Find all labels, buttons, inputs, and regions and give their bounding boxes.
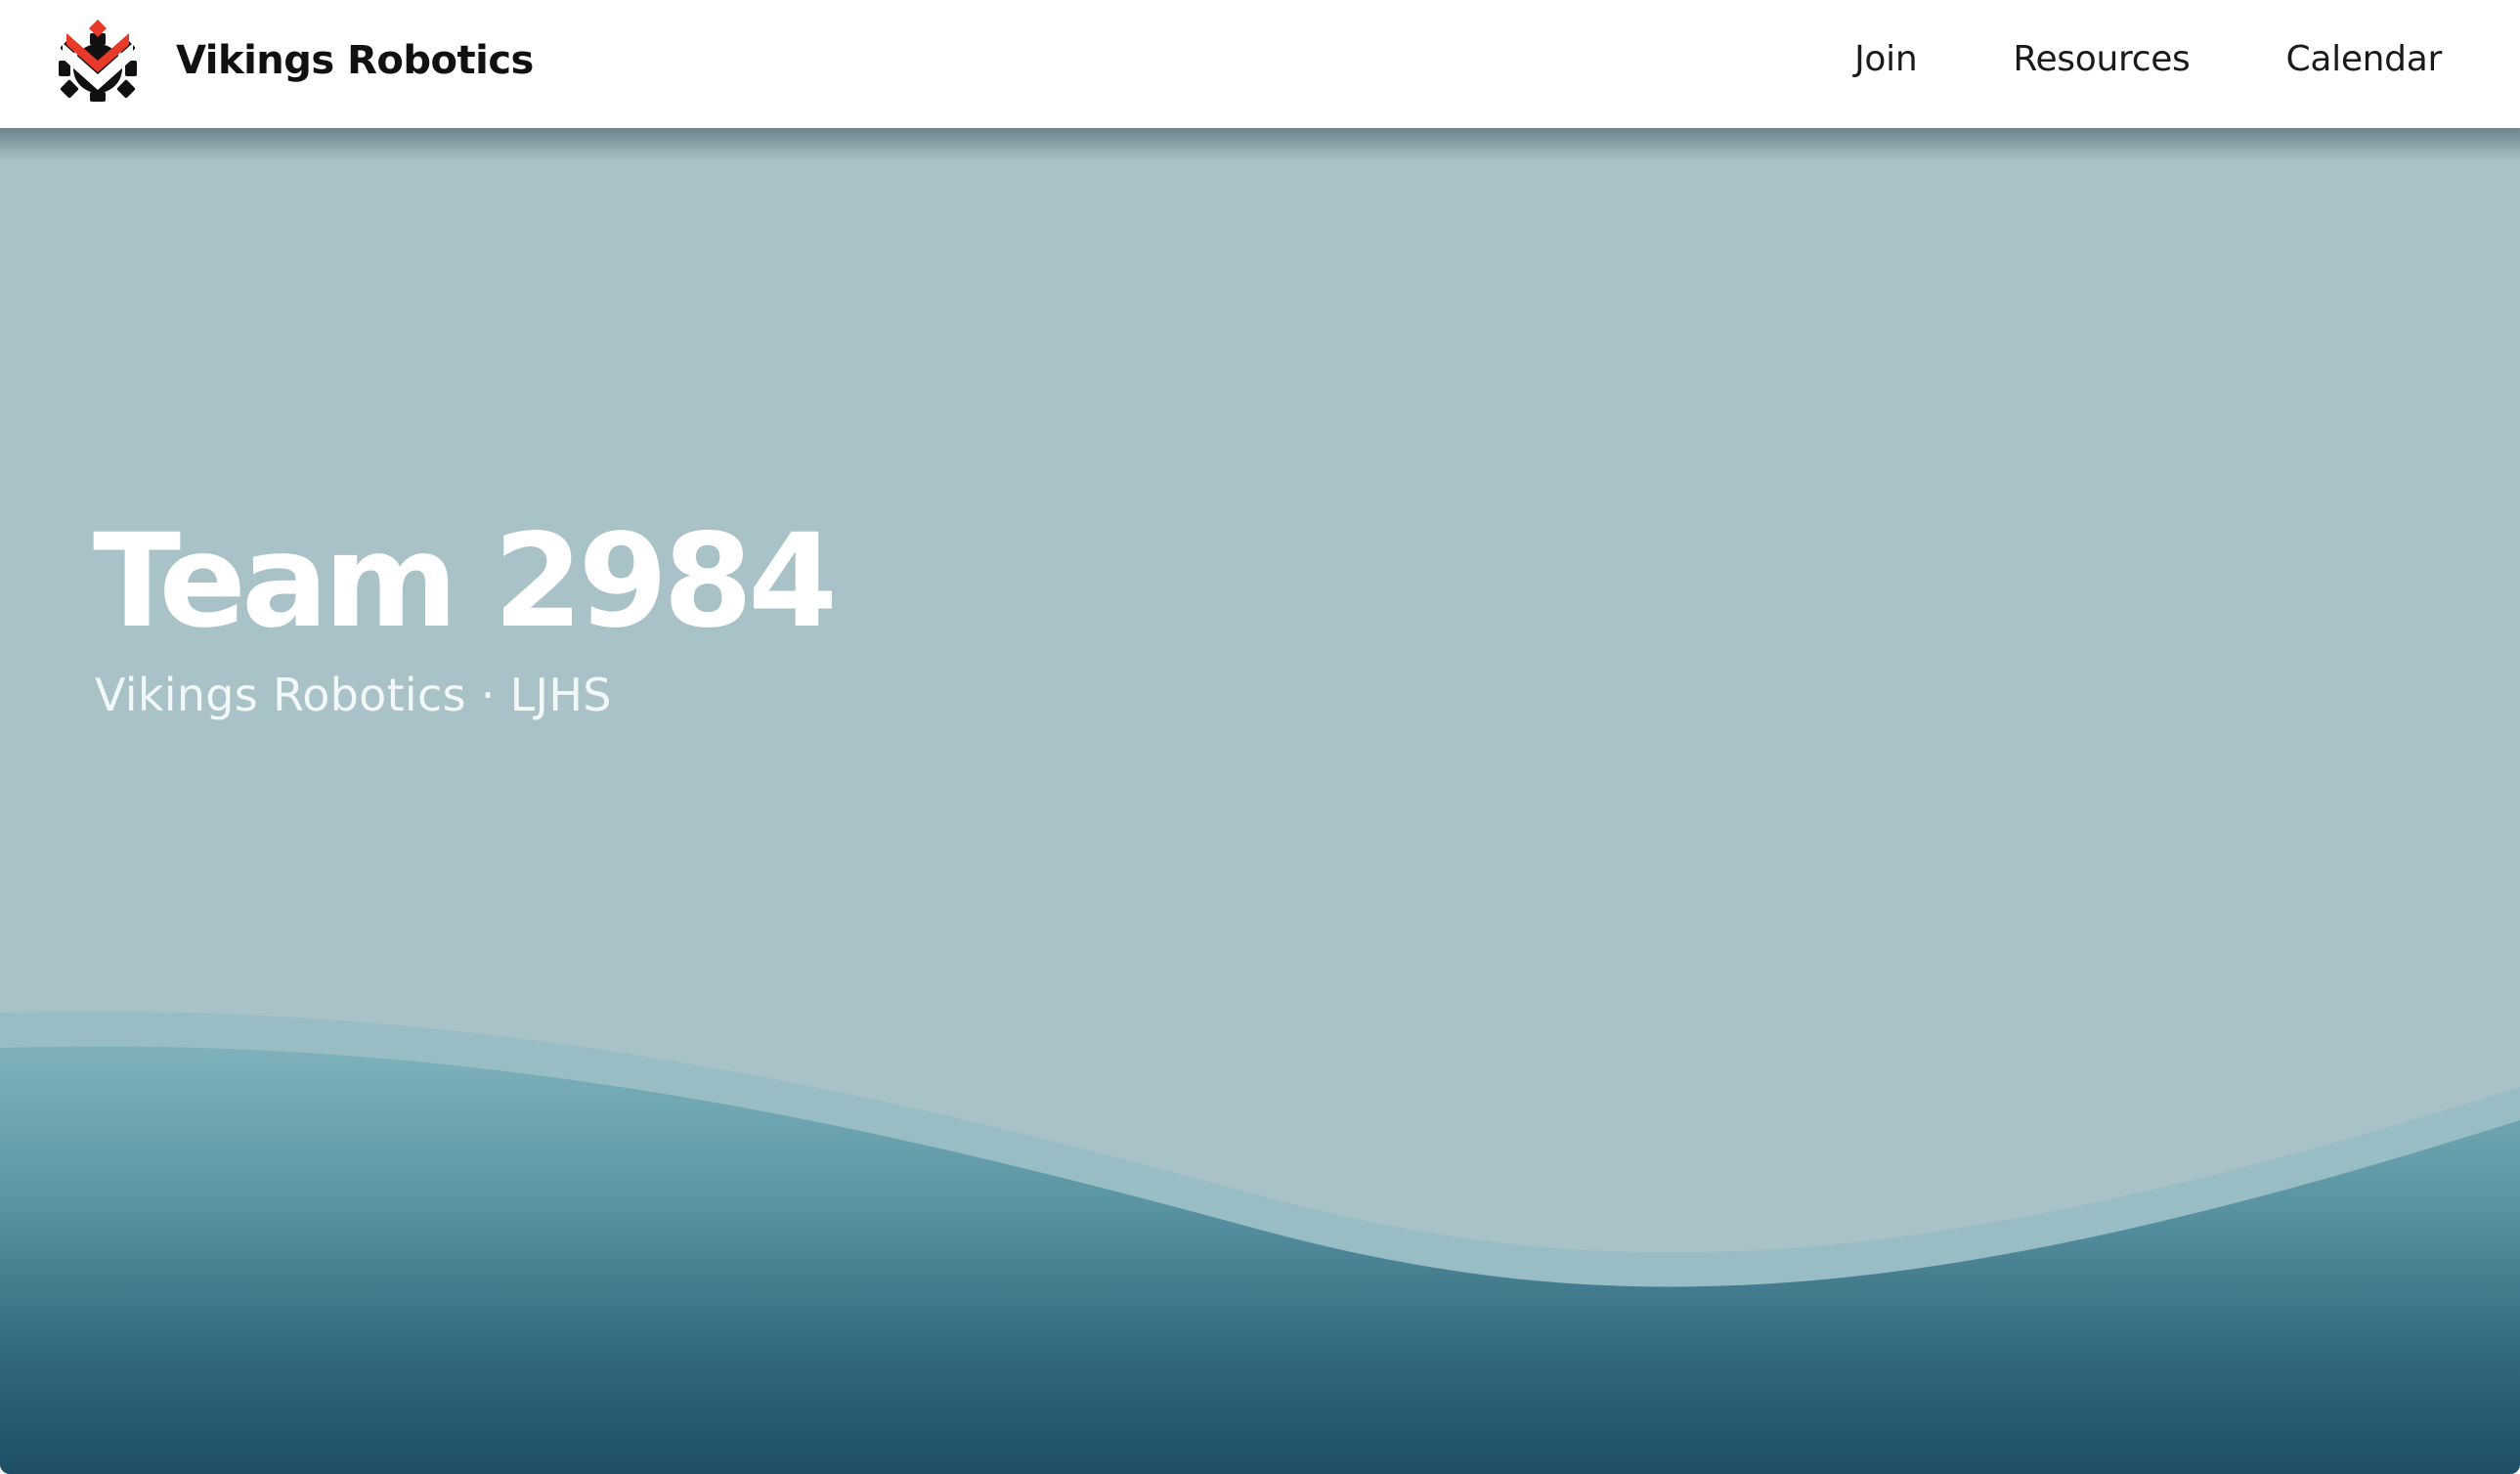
header-drop-shadow (0, 128, 2520, 161)
hero-wave-graphic (0, 1011, 2520, 1474)
hero-subtitle: Vikings Robotics · LJHS (95, 669, 612, 721)
brand-home-link[interactable]: Vikings Robotics (57, 20, 534, 102)
vikings-logo-icon (57, 20, 139, 102)
main-nav: Join Resources Calendar (1854, 27, 2442, 90)
page: Vikings Robotics Join Resources Calendar (0, 0, 2520, 1474)
top-navbar: Vikings Robotics Join Resources Calendar (0, 0, 2520, 128)
brand-name: Vikings Robotics (176, 38, 534, 83)
nav-link-join[interactable]: Join (1854, 39, 1918, 79)
hero-title: Team 2984 (93, 506, 838, 657)
hero-banner: Team 2984 Vikings Robotics · LJHS (0, 128, 2520, 1474)
nav-link-resources[interactable]: Resources (2013, 39, 2190, 79)
nav-link-calendar[interactable]: Calendar (2286, 39, 2443, 79)
